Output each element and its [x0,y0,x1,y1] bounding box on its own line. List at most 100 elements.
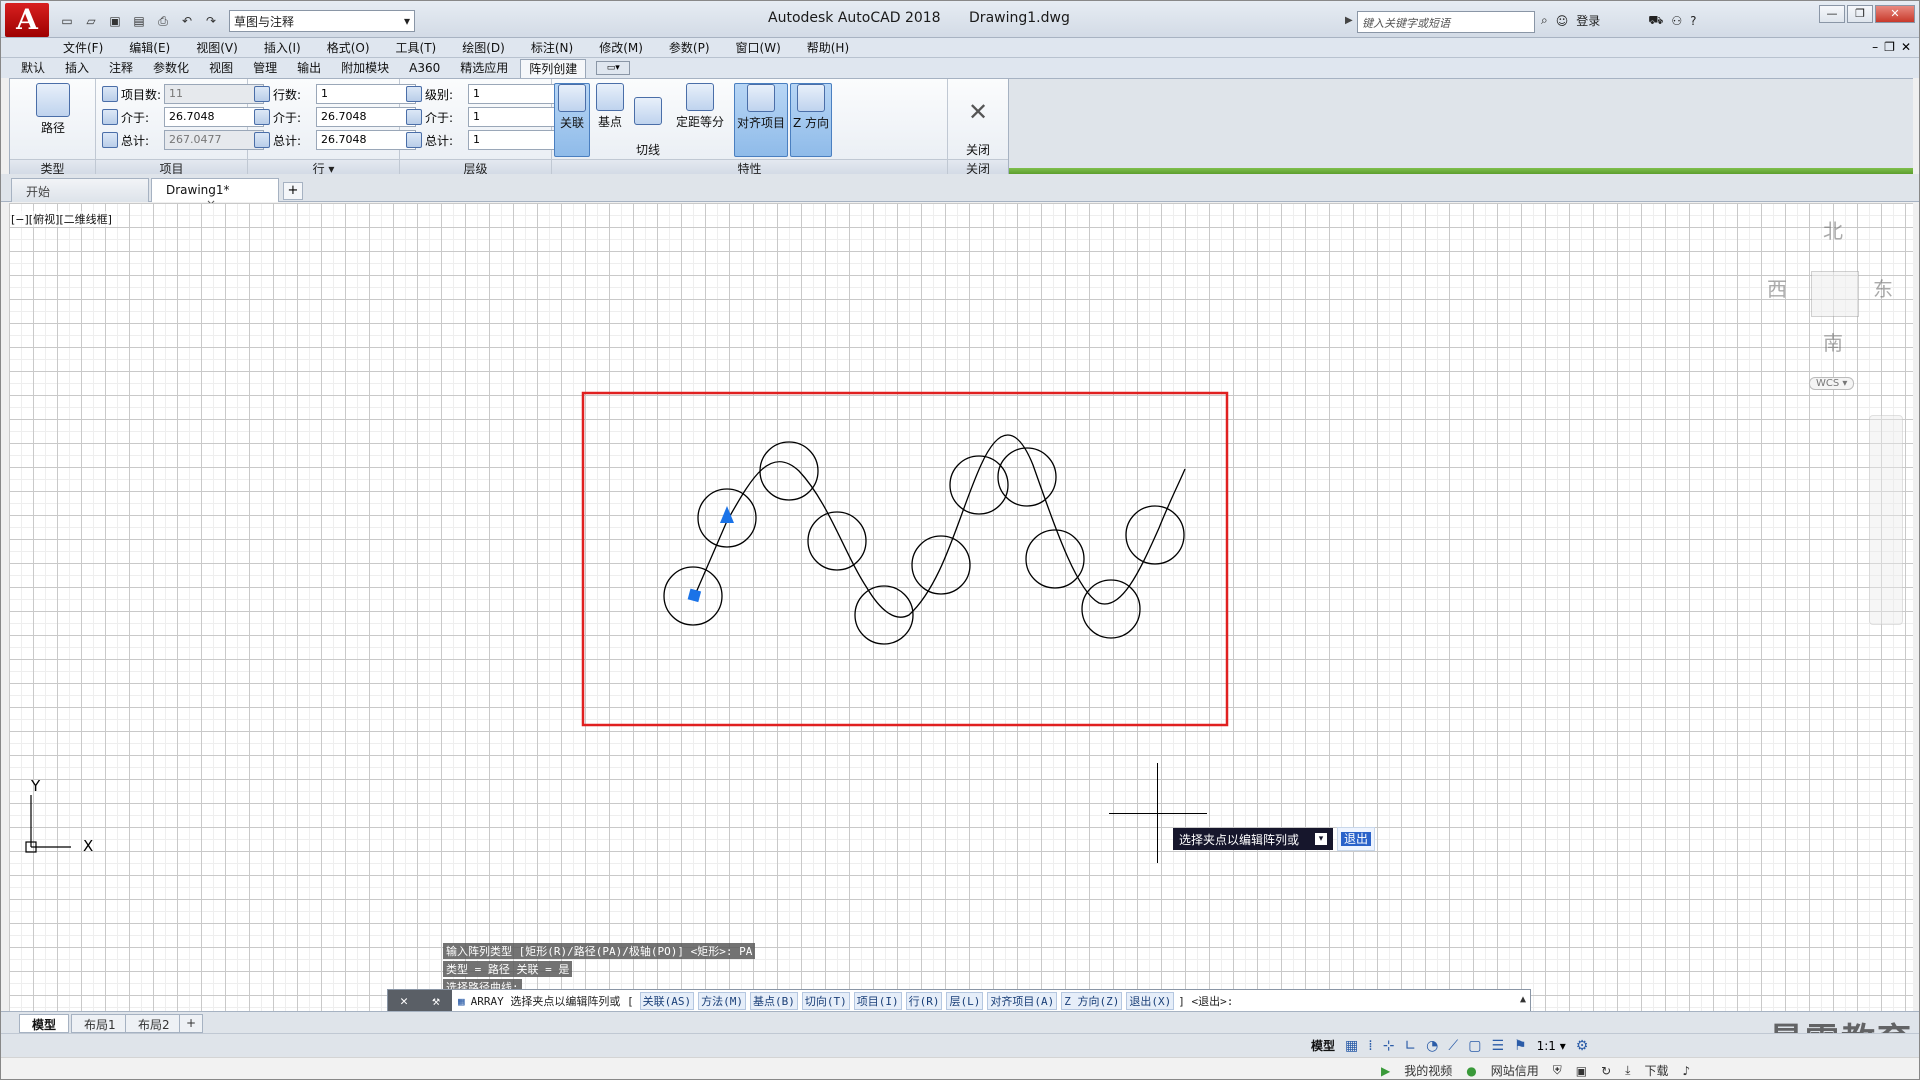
viewcube-north[interactable]: 北 [1823,215,1843,244]
command-option[interactable]: 退出(X) [1126,992,1175,1010]
ribbon-tab[interactable]: 参数化 [145,59,197,78]
scale-select[interactable]: 1:1 ▾ [1537,1039,1566,1053]
redo-icon[interactable]: ↷ [201,12,221,30]
autocad-logo-icon[interactable]: A [5,3,49,37]
menu-item[interactable]: 文件(F) [63,39,103,56]
ribbon-tab[interactable]: 精选应用 [452,59,516,78]
ribbon-tab[interactable]: 视图 [201,59,241,78]
undo-icon[interactable]: ↶ [177,12,197,30]
command-customize-icon[interactable]: ⚒ [432,994,440,1009]
command-option[interactable]: 切向(T) [801,992,850,1010]
isodraft-icon[interactable]: ⟋ [1448,1038,1458,1054]
annotation-icon[interactable]: ⚑ [1514,1038,1527,1054]
shield-icon[interactable]: ⛨ [1553,1063,1562,1078]
tooltip-dropdown-icon[interactable]: ▾ [1315,833,1327,845]
download-icon[interactable]: ⤓ [1625,1063,1630,1078]
add-layout-button[interactable]: + [179,1014,204,1033]
restore-button[interactable]: ❐ [1847,5,1873,23]
snap-icon[interactable]: ⁞ [1368,1038,1372,1054]
command-option[interactable]: 项目(I) [853,992,902,1010]
ribbon-minimize-icon[interactable]: ▭▾ [596,61,631,75]
credit-icon[interactable]: ● [1466,1064,1476,1078]
login-button[interactable]: 登录 [1576,12,1600,29]
model-space-button[interactable]: 模型 [1311,1037,1335,1054]
volume-icon[interactable]: ♪ [1683,1064,1691,1078]
viewcube[interactable]: 北 西 东 南 [1749,215,1899,375]
menu-item[interactable]: 编辑(E) [129,39,170,56]
menu-item[interactable]: 格式(O) [327,39,370,56]
command-option[interactable]: 行(R) [905,992,943,1010]
refresh-icon[interactable]: ↻ [1601,1064,1611,1078]
polar-icon[interactable]: ◔ [1426,1038,1438,1054]
tab-model[interactable]: 模型 [19,1014,70,1033]
direction-grip-icon[interactable] [720,506,734,523]
settings-gear-icon[interactable]: ⚙ [1576,1038,1589,1054]
new-tab-button[interactable]: + [283,182,303,200]
tab-start[interactable]: 开始 [11,178,149,202]
menu-item[interactable]: 修改(M) [599,39,643,56]
new-file-icon[interactable]: ▭ [57,12,77,30]
command-option[interactable]: 基点(B) [749,992,798,1010]
drawing-canvas[interactable]: [−][俯视][二维线框] Y X 北 西 东 南 WCS ▾ 选择夹点以编辑阵… [9,203,1913,1011]
ribbon-tab[interactable]: A360 [401,59,448,78]
exchange-icon[interactable]: ⚇ [1671,14,1682,28]
cart-icon[interactable]: ⛟ [1648,13,1663,29]
save-as-icon[interactable]: ▤ [129,12,149,30]
command-history-toggle-icon[interactable]: ▲ [1520,994,1526,1005]
search-input[interactable]: 键入关键字或短语 [1357,11,1535,33]
menu-item[interactable]: 绘图(D) [462,39,505,56]
video-icon[interactable]: ▶ [1381,1064,1390,1078]
ribbon-tab[interactable]: 管理 [245,59,285,78]
download-link[interactable]: 下载 [1644,1062,1668,1079]
save-icon[interactable]: ▣ [105,12,125,30]
command-option[interactable]: 关联(AS) [639,992,695,1010]
array-circle[interactable] [911,535,971,595]
viewcube-east[interactable]: 东 [1873,273,1893,302]
site-credit-link[interactable]: 网站信用 [1491,1062,1539,1079]
measure-button[interactable]: 定距等分 [670,83,730,130]
menu-item[interactable]: 插入(I) [264,39,301,56]
rows-panel-title[interactable]: 行 ▾ [248,159,399,176]
array-circle[interactable] [1125,505,1185,565]
tab-layout1[interactable]: 布局1 [71,1014,129,1033]
workspace-select[interactable]: 草图与注释 ▾ [229,10,415,32]
menu-item[interactable]: 标注(N) [531,39,573,56]
close-button[interactable]: ✕ [1875,5,1915,23]
dynamic-input-icon[interactable]: ⊹ [1383,1038,1395,1054]
menu-item[interactable]: 参数(P) [669,39,710,56]
associative-button[interactable]: 关联 [554,83,590,157]
base-grip-icon[interactable] [687,588,702,603]
array-circle[interactable] [854,585,914,645]
viewcube-west[interactable]: 西 [1767,273,1787,302]
menu-item[interactable]: 窗口(W) [736,39,781,56]
align-items-button[interactable]: 对齐项目 [734,83,788,157]
object-snap-icon[interactable]: ▢ [1468,1038,1481,1054]
tooltip-exit-option[interactable]: 退出 [1337,827,1376,851]
command-option[interactable]: 层(L) [946,992,984,1010]
command-line[interactable]: ✕ ⚒ ▦ ARRAY 选择夹点以编辑阵列或 [ 关联(AS) 方法(M) 基点(B… [387,989,1531,1013]
ribbon-tab[interactable]: 插入 [57,59,97,78]
viewcube-south[interactable]: 南 [1823,327,1843,356]
path-type-button[interactable]: 路径 [30,83,76,136]
array-circle[interactable] [1025,529,1085,589]
viewcube-top-face[interactable] [1811,271,1859,317]
base-point-button[interactable]: 基点 [592,83,628,130]
search-expand-icon[interactable]: ▶ [1345,15,1353,26]
ortho-icon[interactable]: ∟ [1404,1038,1416,1054]
help-icon[interactable]: ? [1690,14,1696,28]
open-file-icon[interactable]: ▱ [81,12,101,30]
ribbon-tab[interactable]: 默认 [13,59,53,78]
menu-item[interactable]: 工具(T) [396,39,437,56]
ribbon-tab[interactable]: 阵列创建 [520,59,587,78]
command-option[interactable]: 方法(M) [698,992,746,1010]
z-direction-button[interactable]: Z 方向 [790,83,832,157]
navigation-bar[interactable] [1869,415,1903,625]
binoculars-icon[interactable]: ⌕ [1541,13,1548,28]
mdi-restore-icon[interactable]: ❐ [1884,40,1895,54]
array-circle[interactable] [759,441,819,501]
command-option[interactable]: Z 方向(Z) [1061,992,1123,1010]
menu-item[interactable]: 视图(V) [196,39,238,56]
grid-icon[interactable]: ▦ [1345,1038,1358,1054]
lineweight-icon[interactable]: ☰ [1491,1038,1504,1054]
ribbon-tab[interactable]: 注释 [101,59,141,78]
